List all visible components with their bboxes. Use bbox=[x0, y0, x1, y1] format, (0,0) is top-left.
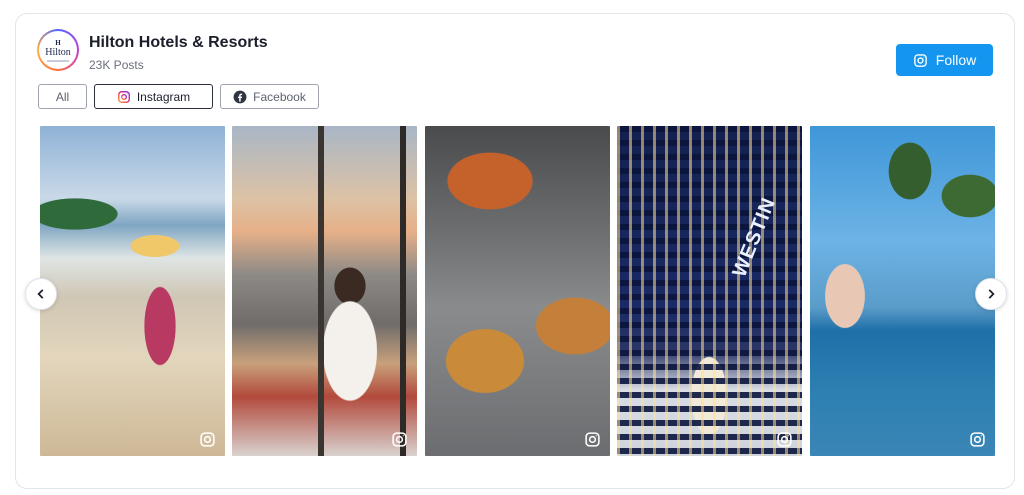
chevron-left-icon bbox=[37, 289, 44, 299]
carousel-next-button[interactable] bbox=[975, 278, 1007, 310]
carousel-prev-button[interactable] bbox=[25, 278, 57, 310]
filter-all-label: All bbox=[55, 89, 70, 104]
post-tile-westin[interactable]: WESTIN bbox=[617, 126, 802, 456]
instagram-icon bbox=[117, 90, 130, 103]
instagram-icon bbox=[913, 53, 927, 67]
instagram-icon bbox=[777, 432, 792, 447]
instagram-icon bbox=[392, 432, 407, 447]
profile-name[interactable]: Hilton Hotels & Resorts bbox=[89, 34, 268, 52]
post-tile-beach[interactable] bbox=[40, 126, 225, 456]
follow-button[interactable]: Follow bbox=[896, 44, 993, 76]
filter-all[interactable]: All bbox=[38, 84, 87, 109]
profile-avatar[interactable]: H Hilton bbox=[37, 29, 79, 71]
filter-instagram[interactable]: Instagram bbox=[94, 84, 213, 109]
chevron-right-icon bbox=[988, 289, 995, 299]
social-feed-card: H Hilton Hilton Hotels & Resorts 23K Pos… bbox=[15, 13, 1015, 489]
hilton-logo-mark: H bbox=[55, 38, 61, 47]
follow-button-label: Follow bbox=[935, 52, 977, 68]
post-count: 23K Posts bbox=[89, 58, 144, 72]
hilton-logo-word: Hilton bbox=[45, 46, 71, 58]
instagram-icon bbox=[200, 432, 215, 447]
filter-facebook[interactable]: Facebook bbox=[220, 84, 319, 109]
westin-sign: WESTIN bbox=[728, 194, 781, 281]
instagram-icon bbox=[585, 432, 600, 447]
hilton-logo: H Hilton bbox=[39, 31, 77, 69]
source-filter-bar: All Instagram Facebook bbox=[38, 84, 319, 109]
instagram-icon bbox=[970, 432, 985, 447]
post-tile-food[interactable] bbox=[425, 126, 610, 456]
facebook-icon bbox=[233, 90, 247, 103]
filter-instagram-label: Instagram bbox=[136, 89, 191, 104]
post-tile-pool[interactable] bbox=[810, 126, 995, 456]
filter-facebook-label: Facebook bbox=[253, 89, 306, 104]
hilton-logo-underline bbox=[47, 59, 69, 62]
post-tile-dining[interactable] bbox=[232, 126, 417, 456]
